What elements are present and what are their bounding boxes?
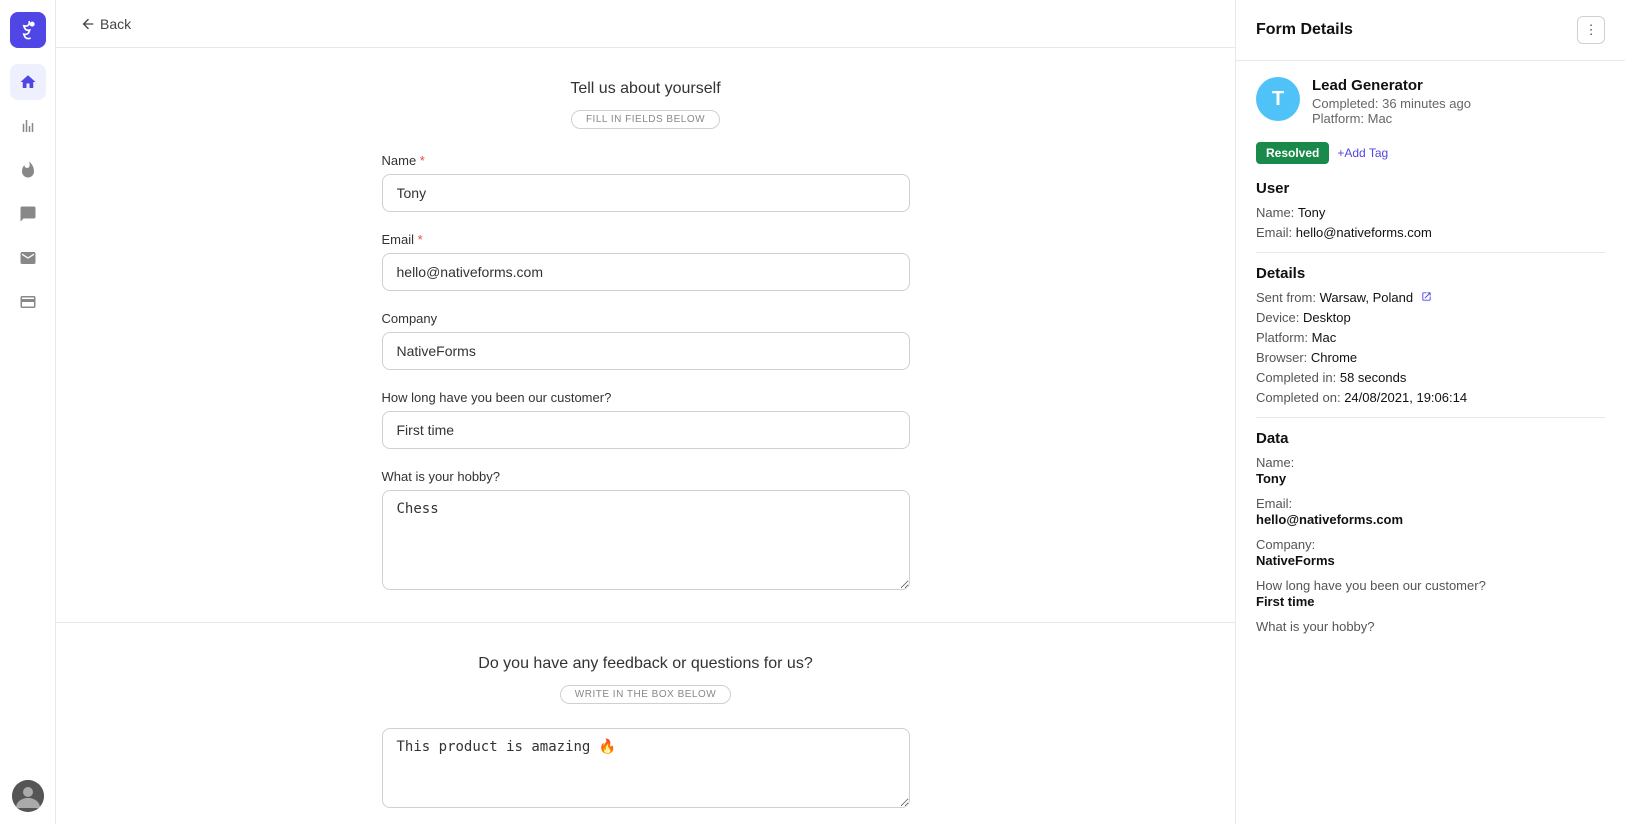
hobby-label: What is your hobby? <box>382 469 910 484</box>
sidebar <box>0 0 56 824</box>
panel-body: T Lead Generator Completed: 36 minutes a… <box>1236 61 1625 660</box>
completed-in-value: 58 seconds <box>1340 370 1407 385</box>
user-section-title: User <box>1256 180 1605 197</box>
data-field-email: Email: hello@nativeforms.com <box>1256 496 1605 527</box>
email-field[interactable] <box>382 253 910 291</box>
divider-2 <box>1256 417 1605 418</box>
section2-badge-wrap: WRITE IN THE BOX BELOW <box>56 685 1235 704</box>
back-label: Back <box>100 16 131 32</box>
email-required-marker: * <box>418 232 423 247</box>
section2-title: Do you have any feedback or questions fo… <box>56 655 1235 673</box>
customer-duration-field[interactable] <box>382 411 910 449</box>
user-avatar[interactable] <box>12 780 44 812</box>
submission-platform: Platform: Mac <box>1312 111 1605 126</box>
section1-badge: FILL IN FIELDS BELOW <box>571 110 720 129</box>
completed-on-row: Completed on: 24/08/2021, 19:06:14 <box>1256 390 1605 405</box>
field-group-name: Name * <box>382 153 910 212</box>
company-label: Company <box>382 311 910 326</box>
email-label: Email * <box>382 232 910 247</box>
company-field[interactable] <box>382 332 910 370</box>
data-field-customer-duration: How long have you been our customer? Fir… <box>1256 578 1605 609</box>
field-group-hobby: What is your hobby? Chess <box>382 469 910 590</box>
panel-menu-button[interactable]: ⋮ <box>1577 16 1605 44</box>
sidebar-item-card[interactable] <box>10 284 46 320</box>
section1-badge-wrap: FILL IN FIELDS BELOW <box>56 110 1235 129</box>
submission-avatar: T <box>1256 77 1300 121</box>
sent-from-row: Sent from: Warsaw, Poland <box>1256 290 1605 305</box>
section1-title: Tell us about yourself <box>56 80 1235 98</box>
right-panel: Form Details ⋮ T Lead Generator Complete… <box>1235 0 1625 824</box>
form-section-1: Tell us about yourself FILL IN FIELDS BE… <box>56 48 1235 623</box>
field-group-email: Email * <box>382 232 910 291</box>
data-section-title: Data <box>1256 430 1605 447</box>
hobby-field[interactable]: Chess <box>382 490 910 590</box>
main-area: Back Tell us about yourself FILL IN FIEL… <box>56 0 1235 824</box>
platform-info-value: Mac <box>1312 330 1337 345</box>
field-group-customer-duration: How long have you been our customer? <box>382 390 910 449</box>
name-field[interactable] <box>382 174 910 212</box>
sidebar-item-email[interactable] <box>10 240 46 276</box>
data-field-name: Name: Tony <box>1256 455 1605 486</box>
user-email-row: Email: hello@nativeforms.com <box>1256 225 1605 240</box>
tags-row: Resolved +Add Tag <box>1256 142 1605 164</box>
device-row: Device: Desktop <box>1256 310 1605 325</box>
name-label: Name * <box>382 153 910 168</box>
sidebar-item-chat[interactable] <box>10 196 46 232</box>
sidebar-item-home[interactable] <box>10 64 46 100</box>
sidebar-item-analytics[interactable] <box>10 108 46 144</box>
sent-from-value: Warsaw, Poland <box>1320 290 1432 305</box>
device-value: Desktop <box>1303 310 1351 325</box>
back-button[interactable]: Back <box>80 16 131 32</box>
browser-row: Browser: Chrome <box>1256 350 1605 365</box>
section2-fields: This product is amazing 🔥 <box>366 728 926 808</box>
panel-title: Form Details <box>1256 21 1353 39</box>
user-name-value: Tony <box>1298 205 1325 220</box>
platform-info-row: Platform: Mac <box>1256 330 1605 345</box>
user-name-row: Name: Tony <box>1256 205 1605 220</box>
form-scroll-area: Tell us about yourself FILL IN FIELDS BE… <box>56 48 1235 824</box>
topbar: Back <box>56 0 1235 48</box>
name-required-marker: * <box>420 153 425 168</box>
submission-form-name: Lead Generator <box>1312 77 1605 94</box>
submission-completed: Completed: 36 minutes ago <box>1312 96 1605 111</box>
user-email-value: hello@nativeforms.com <box>1296 225 1432 240</box>
customer-duration-label: How long have you been our customer? <box>382 390 910 405</box>
resolved-badge: Resolved <box>1256 142 1329 164</box>
sidebar-item-fire[interactable] <box>10 152 46 188</box>
external-link-icon[interactable] <box>1421 291 1432 302</box>
submission-meta: Lead Generator Completed: 36 minutes ago… <box>1312 77 1605 126</box>
panel-header: Form Details ⋮ <box>1236 0 1625 61</box>
completed-in-row: Completed in: 58 seconds <box>1256 370 1605 385</box>
add-tag-button[interactable]: +Add Tag <box>1337 146 1388 160</box>
feedback-field[interactable]: This product is amazing 🔥 <box>382 728 910 808</box>
form-section-2: Do you have any feedback or questions fo… <box>56 623 1235 824</box>
data-field-company: Company: NativeForms <box>1256 537 1605 568</box>
divider-1 <box>1256 252 1605 253</box>
data-field-hobby: What is your hobby? <box>1256 619 1605 634</box>
details-section-title: Details <box>1256 265 1605 282</box>
app-logo[interactable] <box>10 12 46 48</box>
form-fields-group: Name * Email * Company <box>366 153 926 590</box>
field-group-company: Company <box>382 311 910 370</box>
submission-info: T Lead Generator Completed: 36 minutes a… <box>1256 77 1605 126</box>
section2-badge: WRITE IN THE BOX BELOW <box>560 685 731 704</box>
browser-value: Chrome <box>1311 350 1357 365</box>
completed-on-value: 24/08/2021, 19:06:14 <box>1344 390 1467 405</box>
